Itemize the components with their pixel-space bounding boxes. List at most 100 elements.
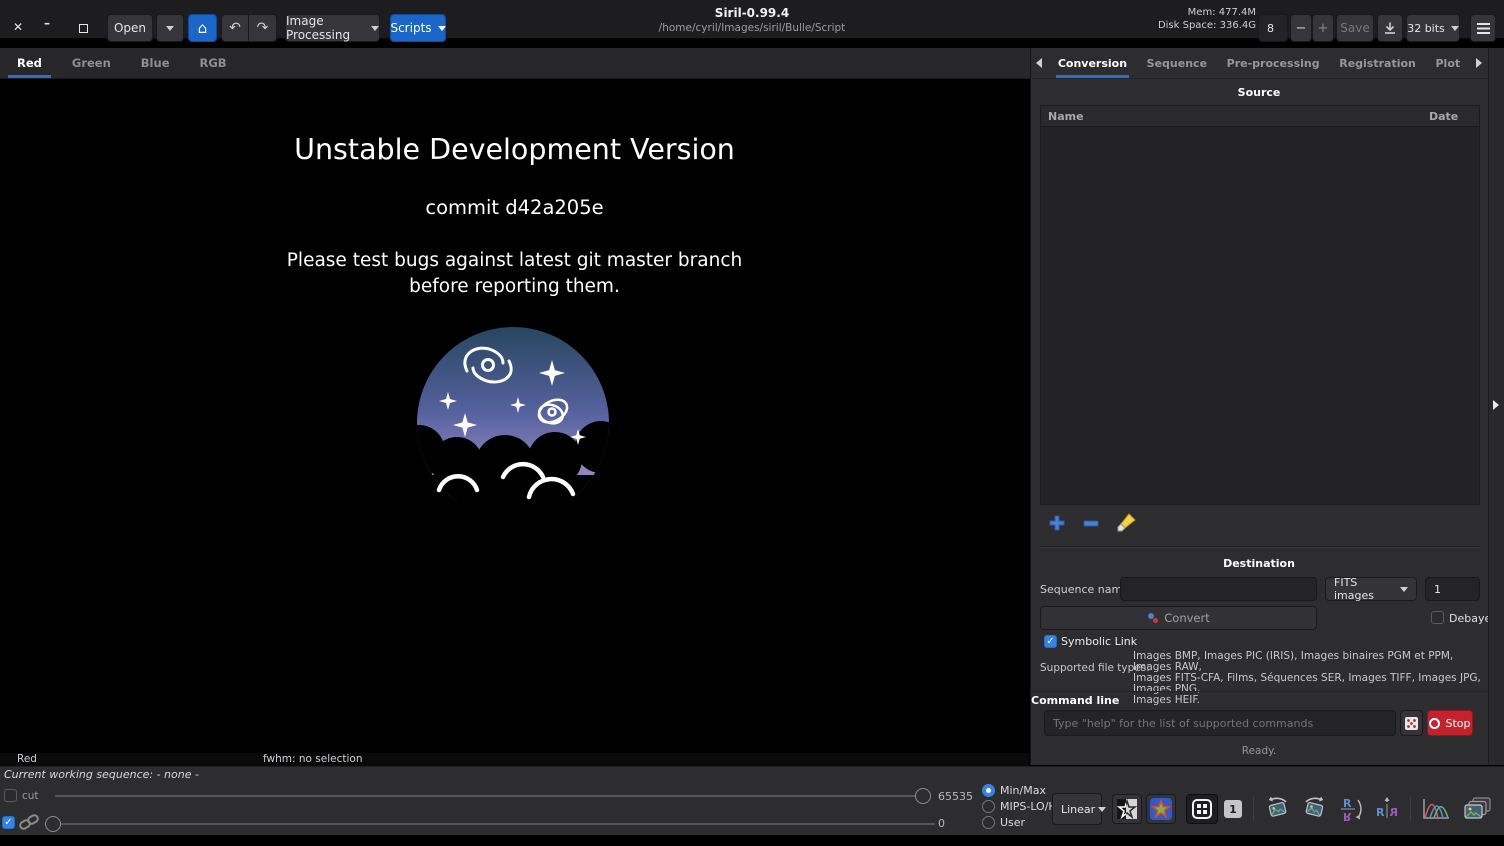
tab-pre-processing[interactable]: Pre-processing (1217, 48, 1330, 78)
undo-button[interactable]: ↶ (221, 14, 249, 42)
convert-icon (1147, 612, 1159, 624)
source-file-list[interactable]: Name Date (1040, 105, 1480, 505)
supported-types-text: Images BMP, Images PIC (IRIS), Images bi… (1133, 651, 1485, 706)
histogram-icon (1421, 797, 1451, 821)
histogram-button[interactable] (1420, 794, 1452, 824)
memory-label: Mem: 477.4M (1106, 6, 1256, 19)
symbolic-link-checkbox[interactable]: ✓ (1044, 635, 1057, 648)
threads-decrease-button[interactable]: − (1290, 14, 1312, 42)
chevron-down-icon (166, 26, 174, 31)
resources-info: Mem: 477.4M Disk Space: 336.4G (1106, 6, 1256, 32)
low-slider-handle[interactable] (45, 816, 61, 832)
image-processing-menu-button[interactable]: Image Processing (285, 14, 380, 42)
convert-button[interactable]: Convert (1040, 606, 1317, 630)
scale-mode-dropdown[interactable]: Linear (1052, 793, 1102, 825)
statusbar-fwhm: fwhm: no selection (263, 753, 362, 765)
single-view-button[interactable]: 1 (1224, 800, 1242, 818)
redo-button[interactable]: ↷ (249, 14, 277, 42)
hamburger-menu-button[interactable] (1470, 14, 1496, 42)
mips-radio-label: MIPS-LO/HI (1000, 800, 1060, 813)
link-sliders-checkbox[interactable]: ✓ (2, 816, 15, 829)
command-list-button[interactable] (1400, 710, 1423, 736)
threads-increase-button[interactable]: + (1312, 14, 1334, 42)
chevron-down-icon (438, 26, 446, 31)
sequence-frames-button[interactable] (1462, 794, 1494, 824)
panel-tab-bar: Conversion Sequence Pre-processing Regis… (1030, 48, 1488, 79)
minmax-radio[interactable] (982, 784, 995, 797)
scripts-menu-button[interactable]: Scripts (390, 14, 446, 42)
flip-vertical-button[interactable]: R R (1337, 794, 1367, 824)
source-list-header: Name Date (1041, 106, 1479, 127)
home-button[interactable]: ⌂ (188, 14, 217, 42)
chevron-down-icon (371, 26, 379, 31)
cut-checkbox[interactable] (4, 789, 17, 802)
rotate-right-button[interactable] (1300, 794, 1330, 824)
siril-logo (415, 325, 611, 501)
siril-window: ✕ – Open ⌂ ↶ ↷ Image Processing Scripts … (0, 0, 1504, 846)
bit-depth-dropdown[interactable]: 32 bits (1406, 14, 1460, 42)
command-input[interactable] (1044, 710, 1396, 736)
flip-horizontal-icon: R R (1374, 796, 1400, 822)
tab-blue[interactable]: Blue (126, 48, 185, 78)
grid-icon (1192, 799, 1212, 819)
remove-files-button[interactable] (1082, 518, 1102, 538)
rotate-right-icon (1301, 795, 1329, 823)
statusbar-channel: Red (17, 753, 37, 765)
redo-icon: ↷ (257, 20, 269, 36)
tab-green[interactable]: Green (57, 48, 126, 78)
clear-list-button[interactable] (1115, 512, 1137, 534)
brush-icon (1115, 512, 1137, 534)
start-index-input[interactable] (1425, 577, 1480, 601)
column-name[interactable]: Name (1041, 110, 1429, 123)
image-canvas[interactable]: Unstable Development Version commit d42a… (0, 79, 1029, 753)
tab-conversion[interactable]: Conversion (1048, 48, 1137, 78)
panel-resize-gutter[interactable] (1488, 48, 1504, 765)
window-close-icon[interactable]: ✕ (13, 20, 23, 34)
save-button[interactable]: Save (1336, 14, 1374, 42)
test-bugs-message-line1: Please test bugs against latest git mast… (0, 250, 1029, 271)
save-as-button[interactable] (1377, 14, 1403, 42)
tabs-scroll-left-button[interactable] (1030, 48, 1048, 78)
tab-registration[interactable]: Registration (1329, 48, 1425, 78)
tab-plot[interactable]: Plot (1426, 48, 1470, 78)
threads-input[interactable]: 8 (1258, 14, 1288, 42)
panel-collapse-handle-icon[interactable] (1493, 400, 1499, 410)
tabs-scroll-right-button[interactable] (1470, 48, 1488, 78)
image-stack-icon (1463, 796, 1493, 822)
column-date[interactable]: Date (1429, 110, 1479, 123)
debayer-checkbox[interactable] (1431, 611, 1444, 624)
open-button[interactable]: Open (107, 14, 153, 42)
mips-radio[interactable] (982, 800, 995, 813)
high-value-label: 65535 (938, 790, 973, 803)
false-color-button[interactable] (1146, 794, 1176, 824)
open-recent-button[interactable] (156, 14, 184, 42)
hamburger-icon (1477, 23, 1490, 34)
output-format-dropdown[interactable]: FITS images (1325, 577, 1417, 601)
dev-version-heading: Unstable Development Version (0, 133, 1029, 166)
tab-rgb[interactable]: RGB (185, 48, 242, 78)
rotate-left-button[interactable] (1262, 794, 1292, 824)
stop-button[interactable]: Stop (1427, 710, 1473, 736)
window-minimize-icon[interactable]: – (44, 16, 50, 30)
minmax-radio-label: Min/Max (1000, 784, 1046, 797)
flip-vertical-icon: R R (1339, 796, 1365, 822)
tab-sequence[interactable]: Sequence (1137, 48, 1217, 78)
check-icon: ✓ (1046, 636, 1054, 647)
user-radio[interactable] (982, 816, 995, 829)
test-bugs-message-line2: before reporting them. (0, 276, 1029, 297)
tab-red[interactable]: Red (2, 48, 57, 78)
sequence-name-input[interactable] (1120, 577, 1317, 601)
stop-icon (1429, 718, 1440, 729)
low-slider-track[interactable] (45, 823, 935, 825)
undo-icon: ↶ (229, 20, 241, 36)
grid-view-button[interactable] (1186, 794, 1218, 824)
svg-text:R: R (1343, 797, 1352, 810)
high-slider-handle[interactable] (915, 788, 931, 804)
window-restore-icon[interactable] (79, 24, 88, 33)
add-files-button[interactable] (1048, 514, 1068, 534)
flip-horizontal-button[interactable]: R R (1372, 794, 1402, 824)
disk-space-label: Disk Space: 336.4G (1106, 19, 1256, 32)
negative-view-button[interactable] (1112, 794, 1142, 824)
check-icon: ✓ (4, 817, 12, 828)
high-slider-track[interactable] (55, 795, 930, 797)
